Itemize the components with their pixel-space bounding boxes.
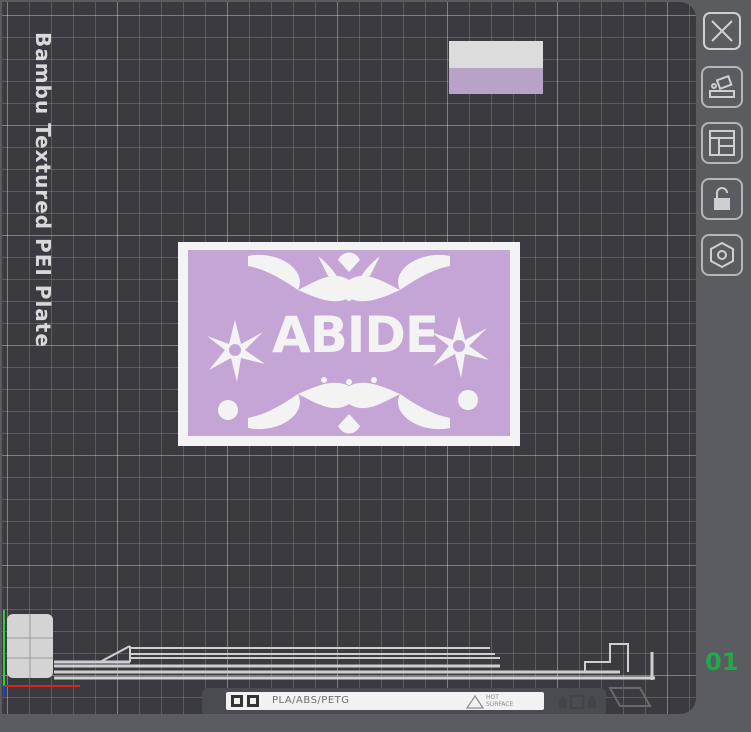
- close-button[interactable]: [701, 10, 743, 52]
- plate-name-label: Bambu Textured PEI Plate: [31, 32, 55, 348]
- auto-arrange-icon: [709, 74, 735, 98]
- warning-icon: [466, 695, 484, 709]
- auto-arrange-button[interactable]: [701, 66, 743, 108]
- plate-type-icons: [231, 695, 259, 707]
- plate-number: 01: [705, 648, 739, 676]
- lock-button[interactable]: [701, 178, 743, 220]
- swatch-color-1: [449, 41, 543, 68]
- close-icon: [703, 12, 741, 50]
- material-text: PLA/ABS/PETG: [272, 695, 350, 706]
- layout-button[interactable]: [701, 122, 743, 164]
- model-label-text: ABIDE: [272, 306, 439, 364]
- layout-icon: [709, 130, 735, 156]
- hot-label-line1: HOT: [486, 694, 499, 701]
- filament-swatch[interactable]: [449, 41, 543, 94]
- settings-button[interactable]: [701, 234, 743, 276]
- hot-label-line2: SURFACE: [486, 701, 514, 708]
- hot-surface-text: HOT SURFACE: [486, 694, 513, 708]
- settings-icon: [710, 241, 734, 269]
- plate-corner-marking: [608, 687, 652, 707]
- swatch-color-2: [449, 68, 543, 94]
- unlock-icon: [714, 187, 730, 210]
- plate-orientation-icons: [559, 695, 596, 709]
- plate-calibration-markings: [3, 610, 655, 696]
